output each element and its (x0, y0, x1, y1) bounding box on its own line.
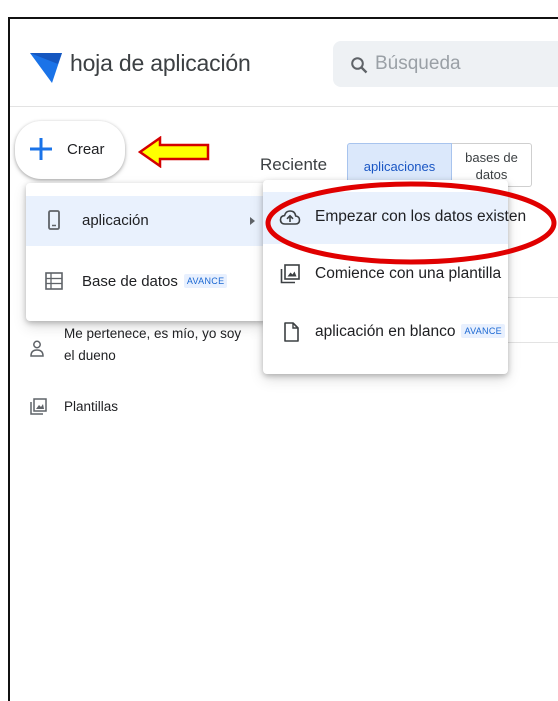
menu-item-text: Base de datos AVANCE (82, 273, 228, 290)
advanced-badge: AVANCE (183, 274, 228, 288)
sidebar-item-label: Plantillas (64, 399, 119, 414)
menu-item-label: Base de datos (82, 273, 178, 290)
recent-label: Reciente (260, 155, 328, 174)
template-icon (280, 264, 300, 284)
screenshot-frame: hoja de aplicación Búsqueda Crear Recien… (8, 17, 558, 701)
create-button-label: Crear (67, 141, 105, 158)
menu-item-start-with-template[interactable]: Comience con una plantilla (263, 248, 508, 304)
appsheet-logo-icon[interactable] (28, 49, 64, 85)
menu-item-application[interactable]: aplicación (26, 196, 266, 246)
divider (508, 342, 558, 343)
search-icon (351, 57, 368, 74)
template-icon (30, 398, 47, 415)
menu-item-start-with-existing-data[interactable]: Empezar con los datos existen (263, 192, 526, 244)
menu-item-label: aplicación en blanco (315, 323, 456, 340)
menu-item-blank-application[interactable]: aplicación en blanco AVANCE (263, 306, 508, 362)
create-menu: aplicación Base de datos AVANCE (26, 183, 266, 321)
sidebar-item-label: Me pertenece, es mío, yo soy el dueno (64, 326, 242, 363)
divider (508, 297, 558, 298)
menu-item-label: Empezar con los datos existen (315, 208, 527, 225)
app-title: hoja de aplicación (70, 50, 251, 76)
menu-item-text: aplicación en blanco AVANCE (315, 323, 505, 341)
menu-item-database[interactable]: Base de datos AVANCE (26, 257, 266, 307)
annotation-arrow (138, 136, 210, 168)
person-icon (30, 340, 44, 357)
app-header: hoja de aplicación Búsqueda (10, 19, 558, 107)
blank-file-icon (284, 322, 299, 342)
table-icon (45, 272, 63, 290)
menu-item-label: Comience con una plantilla (315, 265, 502, 282)
advanced-badge: AVANCE (461, 324, 505, 338)
submenu-caret-icon (250, 217, 255, 225)
sidebar-item-templates[interactable]: Plantillas (30, 395, 260, 425)
phone-icon (48, 210, 60, 230)
search-box[interactable]: Búsqueda (333, 41, 558, 87)
application-submenu: Empezar con los datos existen Comience c… (263, 180, 526, 374)
sidebar-item-owned[interactable]: Me pertenece, es mío, yo soy el dueno (30, 323, 260, 373)
cloud-upload-icon (279, 210, 301, 225)
plus-icon (30, 138, 52, 160)
create-button[interactable]: Crear (15, 121, 125, 179)
menu-item-label: aplicación (82, 212, 149, 229)
search-placeholder: Búsqueda (375, 53, 461, 74)
